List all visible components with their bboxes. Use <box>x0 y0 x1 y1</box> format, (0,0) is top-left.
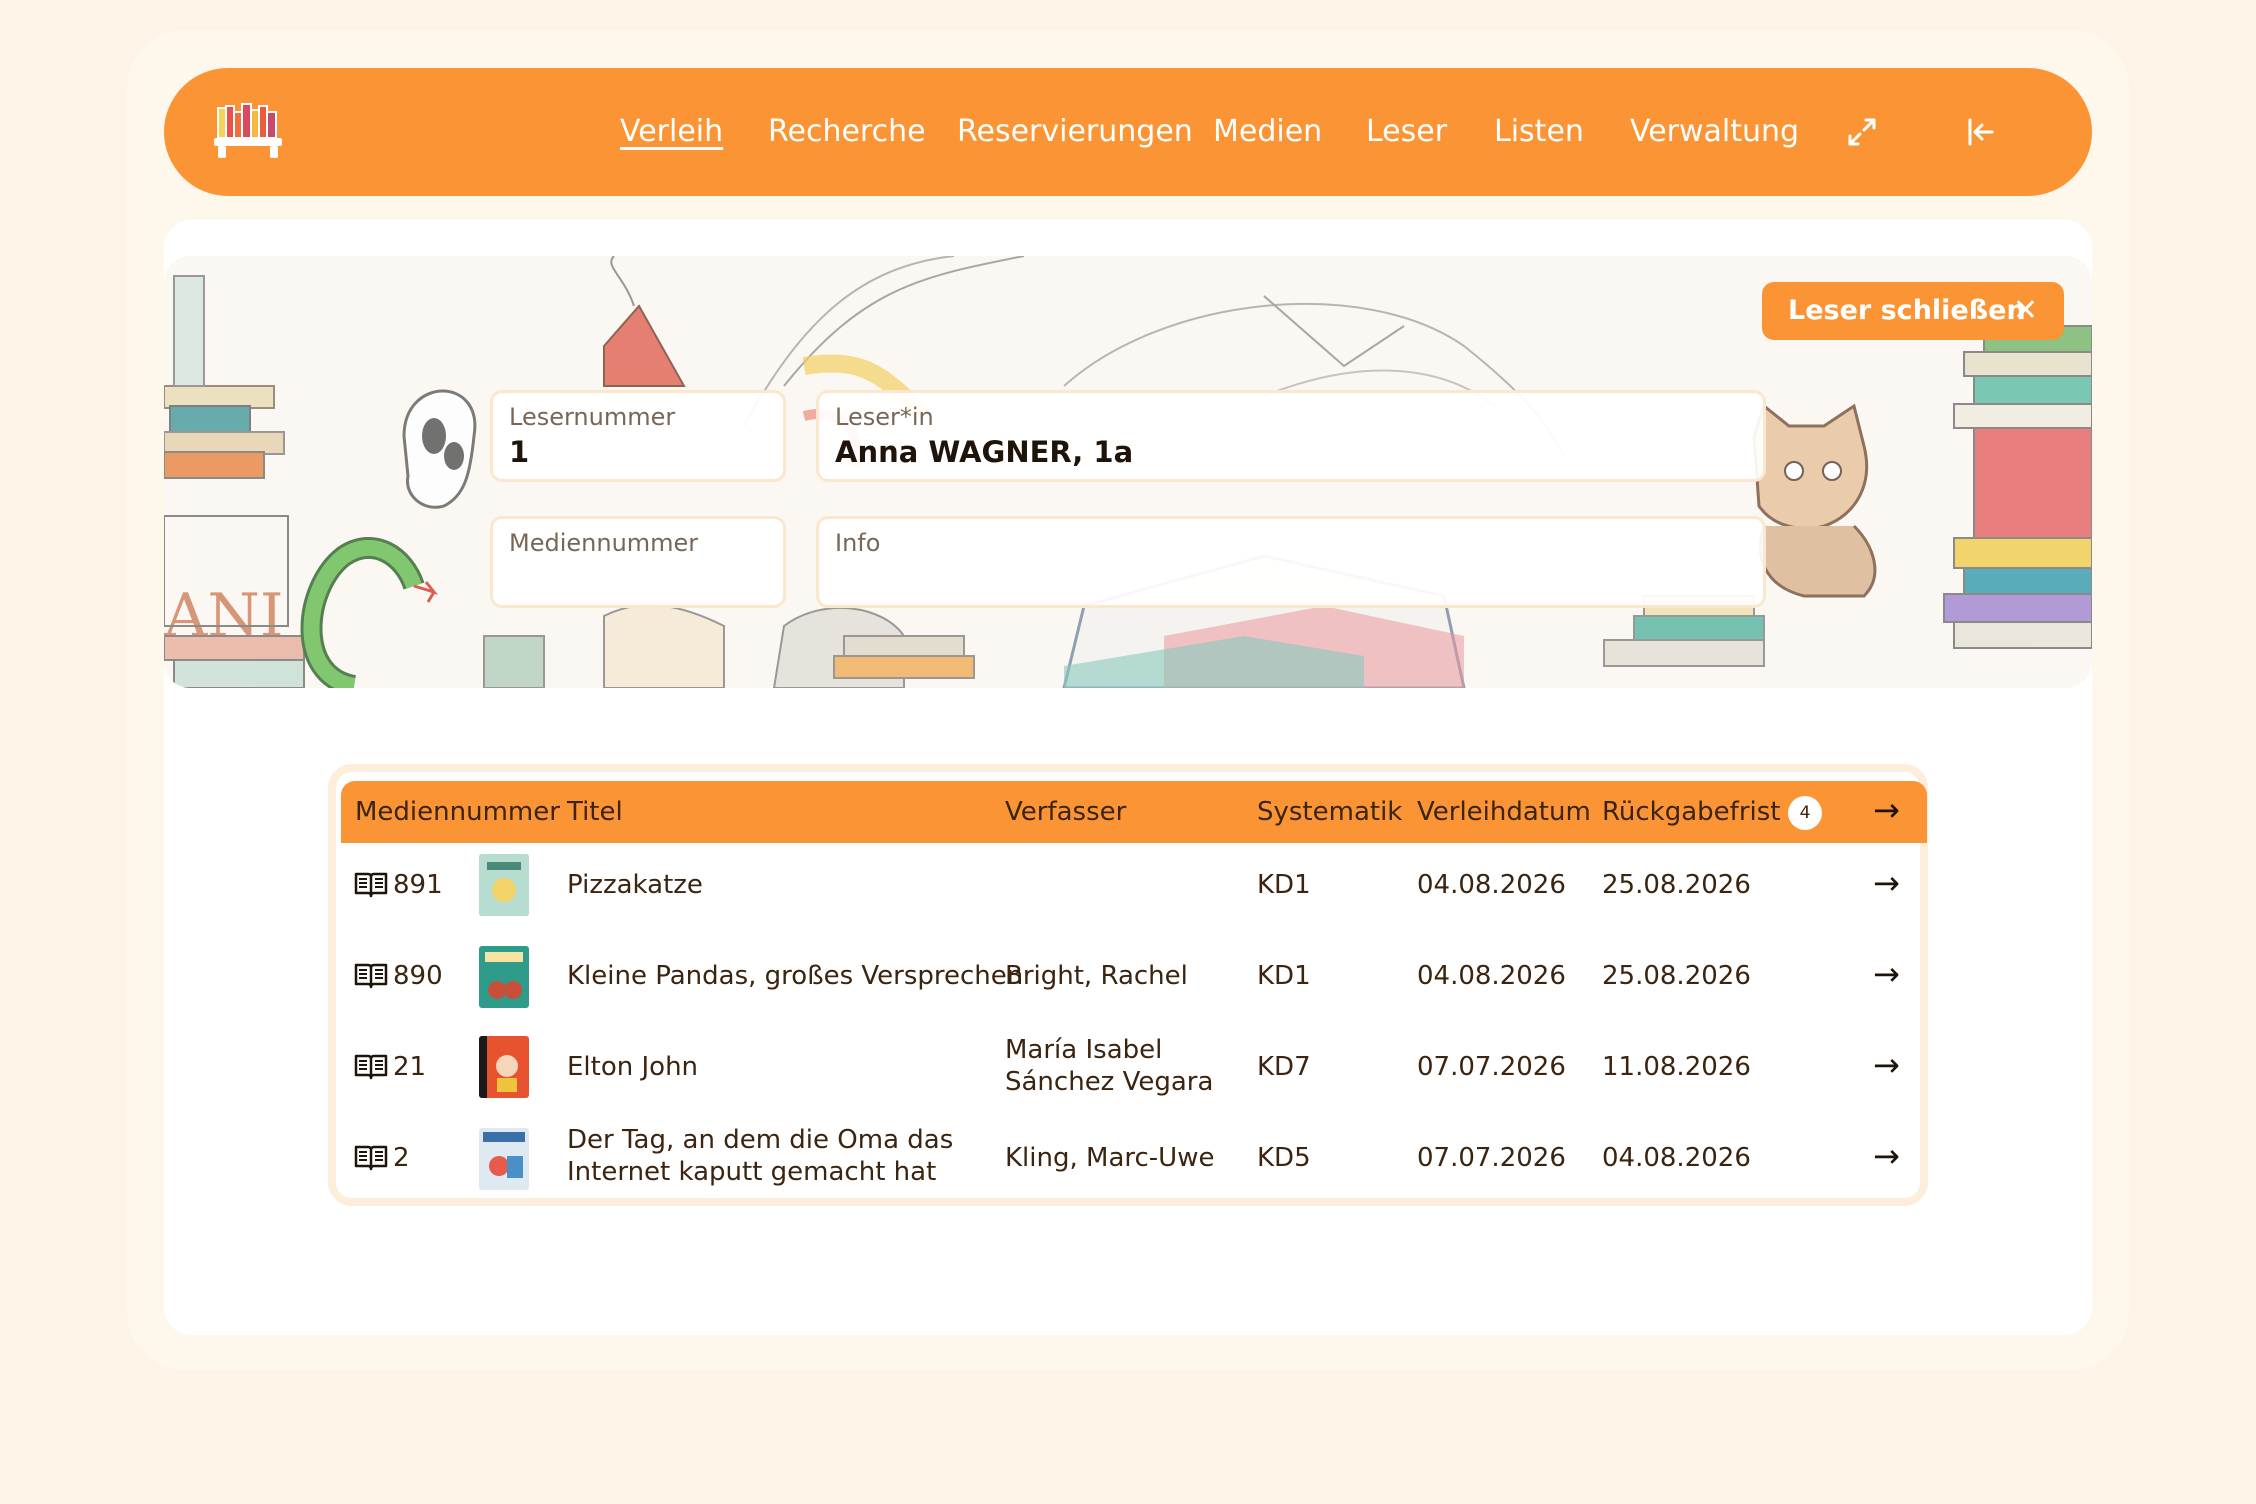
book-icon <box>354 1054 388 1080</box>
book-cover <box>479 854 529 916</box>
nav-verleih[interactable]: Verleih <box>620 68 723 196</box>
classification: KD1 <box>1257 870 1311 900</box>
book-icon <box>354 1145 388 1171</box>
reader-number-value: 1 <box>509 435 530 469</box>
arrow-right-icon[interactable]: → <box>1873 864 1900 902</box>
info-field[interactable]: Info <box>816 516 1766 608</box>
table-row[interactable]: 890 Kleine Pandas, großes Versprechen Br… <box>341 932 1927 1022</box>
info-label: Info <box>835 529 881 557</box>
loan-date: 04.08.2026 <box>1417 870 1566 900</box>
classification: KD7 <box>1257 1052 1311 1082</box>
top-navigation: Verleih Recherche Reservierungen Medien … <box>164 68 2092 196</box>
title: Der Tag, an dem die Oma das Internet kap… <box>567 1125 954 1187</box>
reader-name-value: Anna WAGNER, 1a <box>835 435 1134 469</box>
table-header: Mediennummer Titel Verfasser Systematik … <box>341 781 1927 843</box>
nav-medien[interactable]: Medien <box>1213 68 1322 196</box>
book-cover <box>479 1128 529 1190</box>
nav-listen[interactable]: Listen <box>1494 68 1584 196</box>
reader-number-field[interactable]: Lesernummer 1 <box>490 390 786 482</box>
bookshelf-icon[interactable] <box>208 100 288 164</box>
col-due-date[interactable]: Rückgabefrist <box>1602 781 1780 843</box>
media-number: 21 <box>393 1052 427 1082</box>
col-loan-date[interactable]: Verleihdatum <box>1417 781 1591 843</box>
media-number: 2 <box>393 1143 410 1173</box>
due-date: 04.08.2026 <box>1602 1143 1751 1173</box>
loan-date: 07.07.2026 <box>1417 1052 1566 1082</box>
col-media-number[interactable]: Mediennummer <box>355 781 560 843</box>
col-title[interactable]: Titel <box>567 781 623 843</box>
due-date: 11.08.2026 <box>1602 1052 1751 1082</box>
reader-name-label: Leser*in <box>835 403 934 431</box>
table-row[interactable]: 891 Pizzakatze KD1 04.08.2026 25.08.2026… <box>341 842 1927 932</box>
table-row[interactable]: 2 Der Tag, an dem die Oma das Internet k… <box>341 1114 1927 1204</box>
loan-date: 04.08.2026 <box>1417 961 1566 991</box>
media-number: 890 <box>393 961 443 991</box>
title: Elton John <box>567 1052 699 1082</box>
expand-icon[interactable] <box>1842 112 1882 152</box>
col-author[interactable]: Verfasser <box>1005 781 1126 843</box>
arrow-right-icon[interactable]: → <box>1873 955 1900 993</box>
nav-reservierungen[interactable]: Reservierungen <box>957 68 1193 196</box>
classification: KD5 <box>1257 1143 1311 1173</box>
nav-recherche[interactable]: Recherche <box>768 68 926 196</box>
media-number: 891 <box>393 870 443 900</box>
arrow-right-icon[interactable]: → <box>1873 1046 1900 1084</box>
arrow-right-icon[interactable]: → <box>1873 791 1900 829</box>
author: Bright, Rachel <box>1005 961 1188 991</box>
close-reader-button[interactable]: Leser schließen ✕ <box>1762 282 2064 340</box>
due-date: 25.08.2026 <box>1602 870 1751 900</box>
reader-number-label: Lesernummer <box>509 403 676 431</box>
loan-date: 07.07.2026 <box>1417 1143 1566 1173</box>
arrow-right-icon[interactable]: → <box>1873 1137 1900 1175</box>
book-cover <box>479 946 529 1008</box>
media-number-label: Mediennummer <box>509 529 699 557</box>
author: María Isabel Sánchez Vegara <box>1005 1035 1214 1097</box>
reader-name-field[interactable]: Leser*in Anna WAGNER, 1a <box>816 390 1766 482</box>
classification: KD1 <box>1257 961 1311 991</box>
author: Kling, Marc-Uwe <box>1005 1143 1215 1173</box>
title: Pizzakatze <box>567 870 703 900</box>
book-icon <box>354 963 388 989</box>
loan-count-badge: 4 <box>1788 796 1822 830</box>
col-classification[interactable]: Systematik <box>1257 781 1402 843</box>
close-icon: ✕ <box>2012 293 2038 328</box>
book-icon <box>354 872 388 898</box>
logout-icon[interactable] <box>1960 112 2000 152</box>
nav-verwaltung[interactable]: Verwaltung <box>1630 68 1799 196</box>
nav-leser[interactable]: Leser <box>1366 68 1447 196</box>
title: Kleine Pandas, großes Versprechen <box>567 961 1024 991</box>
table-row[interactable]: 21 Elton John María Isabel Sánchez Vegar… <box>341 1024 1927 1114</box>
book-cover <box>479 1036 529 1098</box>
loans-table: Mediennummer Titel Verfasser Systematik … <box>328 764 1928 1206</box>
due-date: 25.08.2026 <box>1602 961 1751 991</box>
media-number-input[interactable]: Mediennummer <box>490 516 786 608</box>
